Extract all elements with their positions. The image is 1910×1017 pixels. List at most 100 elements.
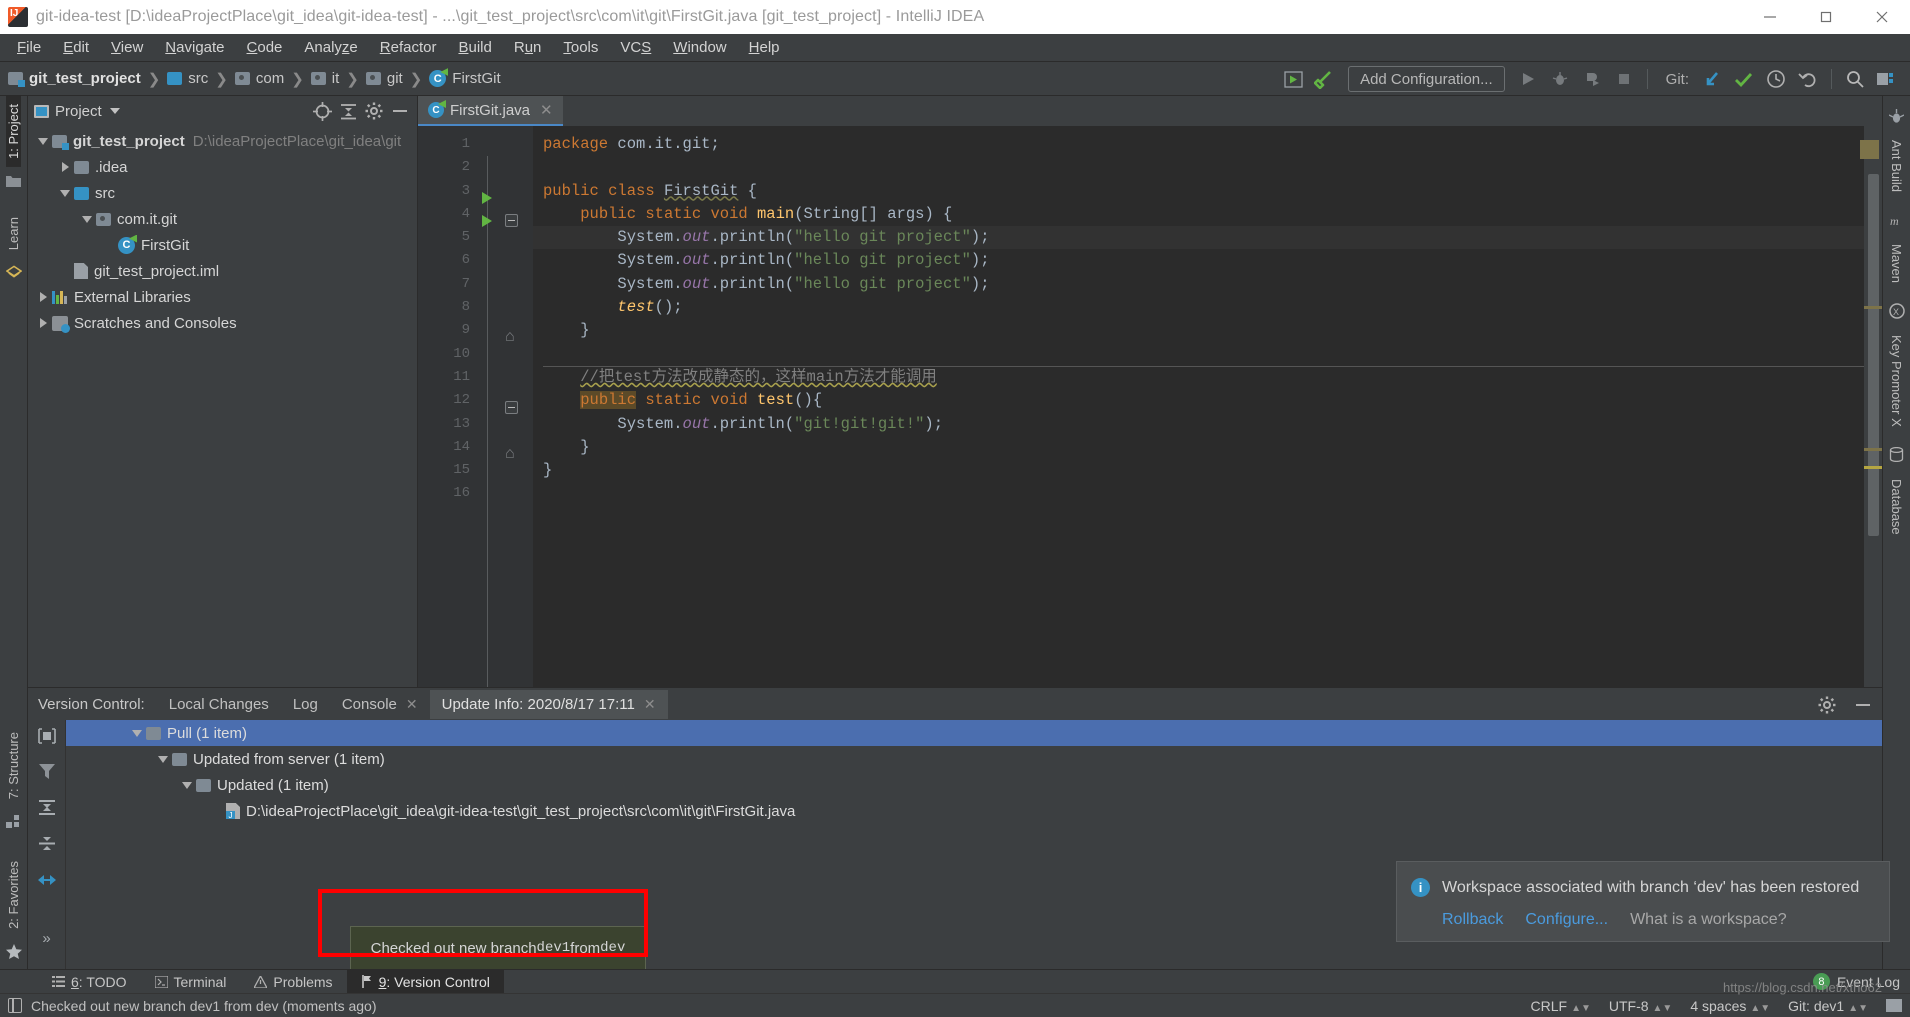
expand-arrow-icon[interactable] xyxy=(56,180,74,206)
bottom-tab-todo[interactable]: 6: TODO xyxy=(38,970,141,994)
expand-arrow-icon[interactable] xyxy=(56,154,74,180)
build-hammer-icon[interactable] xyxy=(1310,65,1340,93)
close-button[interactable] xyxy=(1854,0,1910,34)
scrollbar-thumb[interactable] xyxy=(1868,174,1879,536)
tab-local-changes[interactable]: Local Changes xyxy=(157,690,281,719)
hide-panel-icon[interactable] xyxy=(387,98,413,124)
code-line[interactable] xyxy=(533,482,1882,505)
select-opened-file-icon[interactable] xyxy=(309,98,335,124)
sidebar-item-structure[interactable]: 7: Structure xyxy=(6,724,21,807)
close-icon[interactable]: ✕ xyxy=(540,101,553,119)
code-line[interactable]: System.out.println("hello git project"); xyxy=(533,226,1882,250)
tab-update-info[interactable]: Update Info: 2020/8/17 17:11 ✕ xyxy=(429,689,668,719)
fold-test-method-icon[interactable] xyxy=(478,396,533,419)
git-update-project-icon[interactable] xyxy=(1697,65,1727,93)
git-rollback-icon[interactable] xyxy=(1793,65,1823,93)
menu-vcs[interactable]: VCS xyxy=(609,37,662,58)
indent-widget[interactable]: 4 spaces ▲▼ xyxy=(1690,998,1770,1014)
stripe-warning-mark[interactable] xyxy=(1864,466,1882,469)
debug-icon[interactable] xyxy=(1545,65,1575,93)
sidebar-item-favorites[interactable]: 2: Favorites xyxy=(6,853,21,937)
tab-firstgit-java[interactable]: C FirstGit.java ✕ xyxy=(418,96,563,126)
group-by-directory-icon[interactable] xyxy=(37,728,56,749)
code-line[interactable]: } xyxy=(533,436,1882,459)
hide-panel-icon[interactable] xyxy=(1850,692,1876,718)
project-structure-icon[interactable] xyxy=(1872,65,1902,93)
code-line[interactable] xyxy=(533,343,1882,366)
add-configuration-button[interactable]: Add Configuration... xyxy=(1348,66,1505,92)
code-line[interactable]: package com.it.git; xyxy=(533,133,1882,156)
memory-indicator[interactable] xyxy=(1886,999,1902,1012)
sidebar-item-database[interactable]: Database xyxy=(1889,469,1904,545)
search-icon[interactable] xyxy=(1840,65,1870,93)
stripe-warning-mark[interactable] xyxy=(1864,448,1882,451)
tree-row-updated[interactable]: Updated (1 item) xyxy=(66,772,1882,798)
tree-node-external-libraries[interactable]: External Libraries xyxy=(28,284,417,310)
tab-log[interactable]: Log xyxy=(281,690,330,719)
expand-arrow-icon[interactable] xyxy=(34,128,52,154)
tree-node-iml[interactable]: git_test_project.iml xyxy=(28,258,417,284)
menu-tools[interactable]: Tools xyxy=(552,37,609,58)
code-line[interactable]: public static void main(String[] args) { xyxy=(533,203,1882,226)
bottom-tab-terminal[interactable]: Terminal xyxy=(141,970,241,994)
breadcrumb-git-test-project[interactable]: git_test_project xyxy=(8,70,141,87)
status-toggle-icon[interactable] xyxy=(8,998,22,1013)
git-branch-widget[interactable]: Git: dev1 ▲▼ xyxy=(1788,998,1868,1014)
run-with-coverage-icon[interactable] xyxy=(1577,65,1607,93)
tree-node-com-it-git[interactable]: com.it.git xyxy=(28,206,417,232)
tree-row-updated-from-server[interactable]: Updated from server (1 item) xyxy=(66,746,1882,772)
stripe-warning-mark[interactable] xyxy=(1864,306,1882,309)
maximize-restore-button[interactable] xyxy=(1798,0,1854,34)
menu-analyze[interactable]: Analyze xyxy=(293,37,368,58)
menu-navigate[interactable]: Navigate xyxy=(154,37,235,58)
menu-edit[interactable]: Edit xyxy=(52,37,100,58)
menu-help[interactable]: Help xyxy=(738,37,791,58)
tree-row-pull[interactable]: Pull (1 item) xyxy=(66,720,1882,746)
menu-build[interactable]: Build xyxy=(447,37,502,58)
breadcrumb-src[interactable]: src xyxy=(167,70,208,87)
menu-code[interactable]: Code xyxy=(236,37,294,58)
git-history-icon[interactable] xyxy=(1761,65,1791,93)
code-line[interactable]: test(); xyxy=(533,296,1882,319)
run-class-gutter-icon[interactable] xyxy=(478,186,533,209)
collapse-all-icon[interactable] xyxy=(335,98,361,124)
sidebar-item-maven[interactable]: Maven xyxy=(1889,234,1904,293)
breadcrumb-com[interactable]: com xyxy=(234,70,284,87)
run-console-icon[interactable] xyxy=(1278,65,1308,93)
menu-run[interactable]: Run xyxy=(503,37,553,58)
minimize-button[interactable] xyxy=(1742,0,1798,34)
gear-icon[interactable] xyxy=(1814,692,1840,718)
line-separator-widget[interactable]: CRLF ▲▼ xyxy=(1531,998,1591,1014)
close-icon[interactable]: ✕ xyxy=(406,696,418,713)
expand-all-icon[interactable] xyxy=(38,799,56,821)
expand-arrow-icon[interactable] xyxy=(128,720,146,746)
sidebar-item-learn[interactable]: Learn xyxy=(6,209,21,258)
chevron-down-icon[interactable] xyxy=(109,108,120,114)
code-line[interactable] xyxy=(533,156,1882,179)
encoding-widget[interactable]: UTF-8 ▲▼ xyxy=(1609,998,1672,1014)
stop-icon[interactable] xyxy=(1609,65,1639,93)
tab-console[interactable]: Console ✕ xyxy=(330,690,430,719)
tree-node-firstgit[interactable]: C FirstGit xyxy=(28,232,417,258)
tree-node-scratches[interactable]: Scratches and Consoles xyxy=(28,310,417,336)
close-icon[interactable]: ✕ xyxy=(644,696,656,713)
configure-link[interactable]: Configure... xyxy=(1525,911,1608,929)
sidebar-item-project[interactable]: 1: Project xyxy=(6,96,21,167)
bottom-tab-problems[interactable]: Problems xyxy=(240,970,346,994)
what-is-a-workspace-link[interactable]: What is a workspace? xyxy=(1630,911,1787,929)
more-actions-icon[interactable]: » xyxy=(42,930,50,947)
expand-arrow-icon[interactable] xyxy=(34,310,52,336)
expand-arrow-icon[interactable] xyxy=(154,746,172,772)
tree-row-firstgit-java[interactable]: D:\ideaProjectPlace\git_idea\git-idea-te… xyxy=(66,798,1882,824)
expand-arrow-icon[interactable] xyxy=(34,284,52,310)
expand-arrow-icon[interactable] xyxy=(178,772,196,798)
tree-node-src[interactable]: src xyxy=(28,180,417,206)
tree-node-git-test-project[interactable]: git_test_project D:\ideaProjectPlace\git… xyxy=(28,128,417,154)
code-line[interactable]: } xyxy=(533,459,1882,482)
git-commit-icon[interactable] xyxy=(1729,65,1759,93)
menu-file[interactable]: File xyxy=(6,37,52,58)
menu-window[interactable]: Window xyxy=(662,37,737,58)
fold-region-end-icon-2[interactable]: ⌂ xyxy=(478,442,533,465)
expand-arrow-icon[interactable] xyxy=(78,206,96,232)
code-line[interactable]: System.out.println("hello git project"); xyxy=(533,249,1882,272)
